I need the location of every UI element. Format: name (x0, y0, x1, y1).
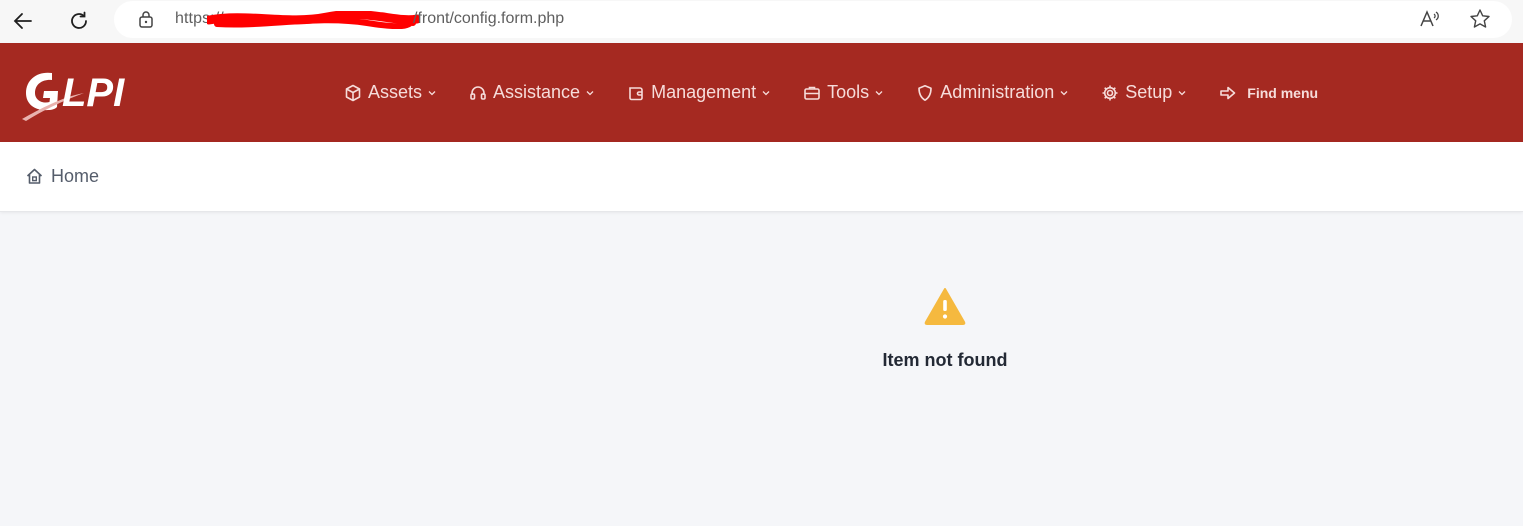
breadcrumb-home[interactable]: Home (25, 166, 99, 187)
menu-administration-label: Administration (940, 82, 1055, 102)
error-text: Item not found (882, 350, 1008, 370)
address-bar[interactable]: https:// /front/config.form.php (114, 1, 1512, 38)
not-found-message: Item not found (845, 287, 1045, 371)
lock-icon[interactable] (138, 10, 154, 33)
url-path: /front/config.form.php (413, 10, 565, 27)
app-header: LPI Assets Assistance Management Tools A… (0, 43, 1523, 142)
chevron-down-icon (585, 88, 595, 98)
menu-setup-label: Setup (1125, 82, 1173, 102)
menu-administration[interactable]: Administration (916, 82, 1069, 103)
warning-icon (924, 287, 966, 330)
menu-tools[interactable]: Tools (803, 82, 884, 103)
headset-icon (469, 84, 487, 102)
home-icon (25, 167, 44, 186)
wallet-icon (627, 84, 645, 102)
menu-assets[interactable]: Assets (344, 82, 437, 103)
find-menu-label: Find menu (1247, 84, 1319, 101)
breadcrumb-home-label: Home (51, 166, 100, 186)
back-arrow-icon (13, 13, 32, 29)
cube-icon (344, 84, 362, 102)
gear-icon (1101, 84, 1119, 102)
menu-assets-label: Assets (368, 82, 423, 102)
chevron-down-icon (761, 88, 771, 98)
reload-icon (71, 11, 87, 29)
menu-assistance[interactable]: Assistance (469, 82, 595, 103)
svg-text:LPI: LPI (62, 71, 125, 115)
chevron-down-icon (1059, 88, 1069, 98)
chevron-down-icon (874, 88, 884, 98)
reload-button[interactable] (62, 4, 96, 38)
main-menu: Assets Assistance Management Tools Admin… (344, 43, 1318, 142)
read-aloud-icon[interactable] (1419, 8, 1441, 35)
chevron-down-icon (1177, 88, 1187, 98)
arrow-right-icon (1219, 85, 1237, 101)
menu-tools-label: Tools (827, 82, 870, 102)
breadcrumb: Home (0, 142, 1523, 212)
find-menu-button[interactable]: Find menu (1219, 85, 1318, 101)
chevron-down-icon (427, 88, 437, 98)
browser-toolbar: https:// /front/config.form.php (0, 0, 1523, 42)
glpi-logo[interactable]: LPI (22, 67, 152, 126)
menu-setup[interactable]: Setup (1101, 82, 1187, 103)
favorite-star-icon[interactable] (1469, 8, 1491, 35)
menu-assistance-label: Assistance (493, 82, 581, 102)
menu-management[interactable]: Management (627, 82, 771, 103)
shield-icon (916, 84, 934, 102)
briefcase-icon (803, 84, 821, 102)
back-button[interactable] (6, 4, 40, 38)
menu-management-label: Management (651, 82, 757, 102)
redaction-scribble (207, 11, 419, 29)
